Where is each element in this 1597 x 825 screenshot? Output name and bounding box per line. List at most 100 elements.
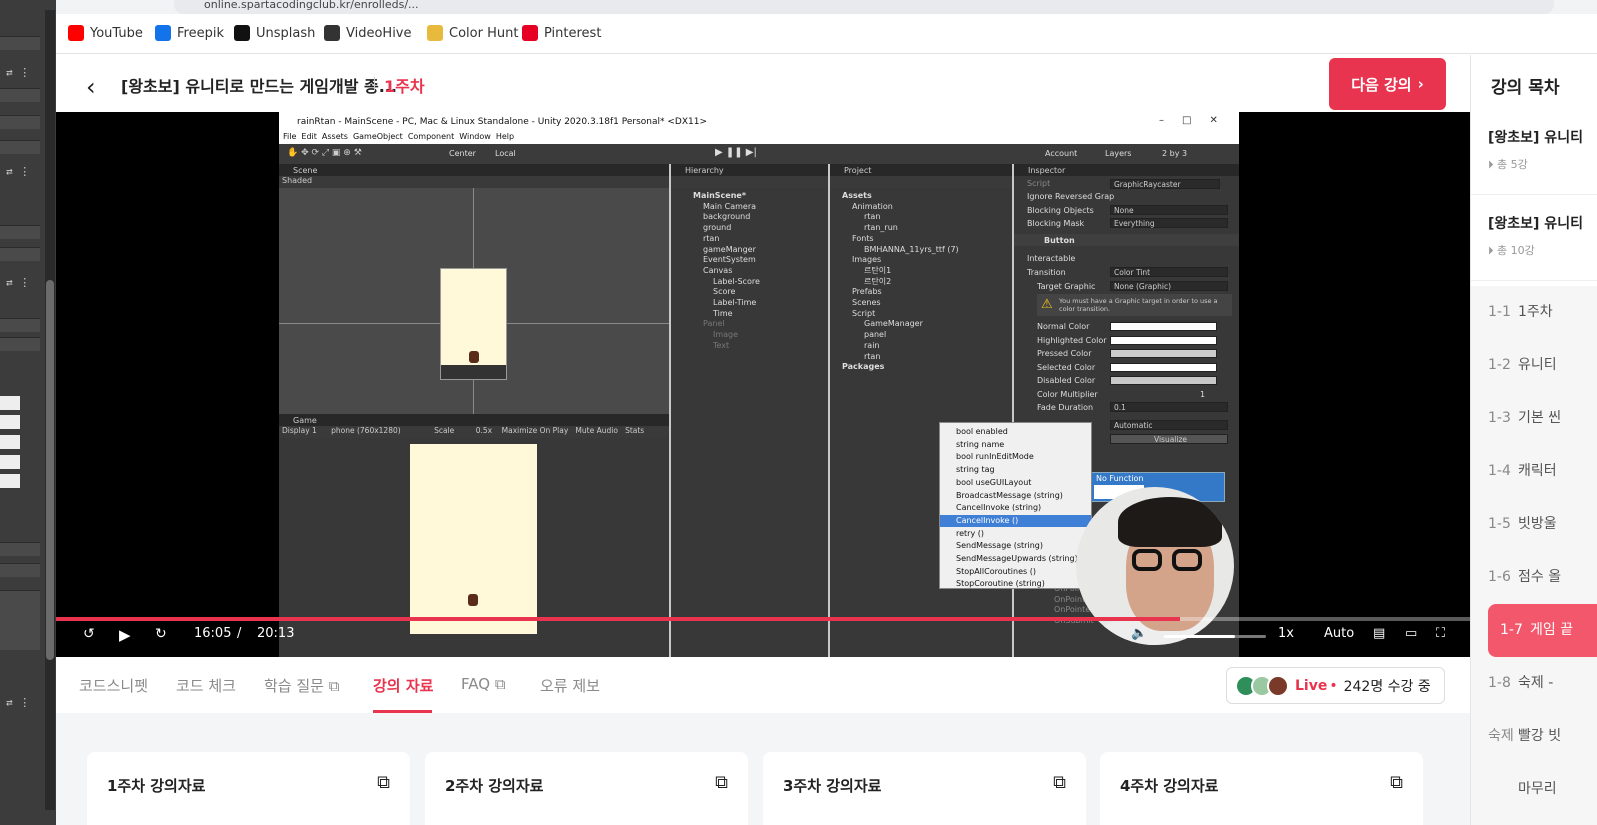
project-item[interactable]: Prefabs	[842, 287, 1012, 298]
project-item[interactable]: Script	[842, 309, 1012, 320]
unity-menu-item[interactable]: File	[283, 132, 296, 141]
sidebar-lecture-item[interactable]: 1-8 숙제 -	[1488, 657, 1597, 710]
bookmark-item[interactable]: YouTube	[68, 25, 143, 41]
hierarchy-item[interactable]: Label-Score	[693, 277, 828, 288]
address-bar[interactable]: online.spartacodingclub.kr/enrolleds/...	[174, 0, 1554, 14]
dropdown-option[interactable]: CancelInvoke (string)	[940, 502, 1091, 514]
material-card[interactable]: 1주차 강의자료 ⧉	[87, 752, 410, 825]
tab-4[interactable]: FAQ ⧉	[461, 675, 506, 693]
bookmark-item[interactable]: VideoHive	[324, 25, 412, 41]
sidebar-lecture-item[interactable]: 1-1 1주차	[1488, 286, 1597, 339]
dropdown-option[interactable]: CancelInvoke ()	[940, 514, 1091, 527]
project-item[interactable]: rtan	[842, 352, 1012, 363]
hierarchy-tree[interactable]: MainScene* Main Camera background ground rta…	[671, 188, 828, 352]
course-section[interactable]: [왕초보] 유니티 ⏵ 총 10강	[1471, 197, 1597, 281]
unity-menu-item[interactable]: Assets	[322, 132, 348, 141]
dropdown-option[interactable]: bool useGUILayout	[940, 477, 1091, 489]
project-item[interactable]: Packages	[842, 362, 1012, 373]
hierarchy-item[interactable]: gameManger	[693, 245, 828, 256]
tab-0[interactable]: 코드스니펫	[79, 675, 148, 696]
unity-menu-item[interactable]: Help	[496, 132, 514, 141]
project-item[interactable]: Animation	[842, 202, 1012, 213]
project-item[interactable]: panel	[842, 330, 1012, 341]
sidebar-lecture-item[interactable]: 마무리	[1488, 763, 1597, 816]
captions-icon[interactable]: ▤	[1373, 626, 1385, 641]
background-scrollbar[interactable]	[45, 10, 55, 810]
course-section[interactable]: [왕초보] 유니티 ⏵ 총 5강	[1471, 111, 1597, 195]
external-link-icon[interactable]: ⧉	[1053, 772, 1066, 793]
hierarchy-item[interactable]: Time	[693, 309, 828, 320]
hierarchy-item[interactable]: Main Camera	[693, 202, 828, 213]
dropdown-option[interactable]: SendMessageUpwards (string)	[940, 553, 1091, 565]
project-item[interactable]: rain	[842, 341, 1012, 352]
hierarchy-item[interactable]: MainScene*	[693, 191, 828, 202]
tab-1[interactable]: 코드 체크	[176, 675, 236, 696]
sidebar-lecture-item[interactable]: 숙제 빨강 빗	[1488, 710, 1597, 763]
play-icon[interactable]: ▶	[119, 626, 131, 644]
back-arrow-icon[interactable]: ‹	[86, 73, 96, 101]
dropdown-option[interactable]: string name	[940, 439, 1091, 451]
dropdown-option[interactable]: StopCoroutine (string)	[940, 578, 1091, 590]
material-card[interactable]: 3주차 강의자료 ⧉	[763, 752, 1086, 825]
sidebar-lecture-item[interactable]: 1-7 게임 끝	[1488, 604, 1597, 657]
project-item[interactable]: 르탄이2	[842, 277, 1012, 288]
dropdown-option[interactable]: bool runInEditMode	[940, 451, 1091, 463]
dropdown-option[interactable]: SendMessage (string)	[940, 540, 1091, 552]
bookmark-item[interactable]: Pinterest	[522, 25, 601, 41]
dropdown-option[interactable]: string tag	[940, 464, 1091, 476]
theater-mode-icon[interactable]: ▭	[1405, 626, 1417, 641]
tab-2[interactable]: 학습 질문 ⧉	[264, 675, 339, 696]
hierarchy-item[interactable]: Label-Time	[693, 298, 828, 309]
hierarchy-item[interactable]: EventSystem	[693, 255, 828, 266]
fullscreen-icon[interactable]: ⛶	[1436, 626, 1445, 641]
bookmark-item[interactable]: Freepik	[155, 25, 224, 41]
dropdown-option[interactable]: bool enabled	[940, 426, 1091, 438]
hierarchy-item[interactable]: Text	[693, 341, 828, 352]
dropdown-option[interactable]: retry ()	[940, 528, 1091, 540]
dropdown-option[interactable]: BroadcastMessage (string)	[940, 490, 1091, 502]
material-card[interactable]: 2주차 강의자료 ⧉	[425, 752, 748, 825]
hierarchy-item[interactable]: Image	[693, 330, 828, 341]
unity-menu-item[interactable]: Component	[408, 132, 454, 141]
volume-icon[interactable]: 🔈	[1131, 626, 1147, 641]
project-item[interactable]: Fonts	[842, 234, 1012, 245]
unity-menu-item[interactable]: Edit	[301, 132, 317, 141]
project-item[interactable]: Assets	[842, 191, 1012, 202]
unity-menu-item[interactable]: GameObject	[353, 132, 403, 141]
video-progress-bar[interactable]	[56, 617, 1470, 621]
tab-3[interactable]: 강의 자료	[373, 675, 433, 696]
project-item[interactable]: BMHANNA_11yrs_ttf (7)	[842, 245, 1012, 256]
rewind-10-icon[interactable]: ↺	[83, 626, 95, 642]
project-item[interactable]: rtan_run	[842, 223, 1012, 234]
volume-slider[interactable]	[1163, 635, 1266, 638]
project-item[interactable]: 르탄이1	[842, 266, 1012, 277]
hierarchy-item[interactable]: Score	[693, 287, 828, 298]
external-link-icon[interactable]: ⧉	[715, 772, 728, 793]
sidebar-lecture-item[interactable]: 1-2 유니티	[1488, 339, 1597, 392]
bookmark-item[interactable]: Unsplash	[234, 25, 315, 41]
hierarchy-item[interactable]: Canvas	[693, 266, 828, 277]
external-link-icon[interactable]: ⧉	[377, 772, 390, 793]
project-item[interactable]: Scenes	[842, 298, 1012, 309]
unity-menu-item[interactable]: Window	[459, 132, 491, 141]
dropdown-option[interactable]: StopAllCoroutines ()	[940, 566, 1091, 578]
material-card[interactable]: 4주차 강의자료 ⧉	[1100, 752, 1423, 825]
sidebar-lecture-item[interactable]: 1-3 기본 씬	[1488, 392, 1597, 445]
video-player[interactable]: rainRtan - MainScene - PC, Mac & Linux S…	[56, 112, 1470, 657]
project-item[interactable]: rtan	[842, 212, 1012, 223]
project-item[interactable]: Images	[842, 255, 1012, 266]
speed-button[interactable]: 1x	[1278, 626, 1294, 641]
hierarchy-item[interactable]: rtan	[693, 234, 828, 245]
hierarchy-item[interactable]: Panel	[693, 319, 828, 330]
forward-10-icon[interactable]: ↻	[155, 626, 167, 642]
next-lecture-button[interactable]: 다음 강의 ›	[1329, 58, 1446, 110]
sidebar-lecture-item[interactable]: 1-6 점수 올	[1488, 551, 1597, 604]
project-tree[interactable]: Assets Animation rtan rtan_run Fonts BMHANNA_…	[830, 188, 1012, 373]
function-dropdown-menu[interactable]: bool enabled string name bool runInEditMod…	[939, 422, 1092, 589]
external-link-icon[interactable]: ⧉	[1390, 772, 1403, 793]
quality-button[interactable]: Auto	[1324, 626, 1354, 641]
hierarchy-item[interactable]: background	[693, 212, 828, 223]
sidebar-lecture-item[interactable]: 1-4 캐릭터	[1488, 445, 1597, 498]
project-item[interactable]: GameManager	[842, 319, 1012, 330]
tab-5[interactable]: 오류 제보	[540, 675, 600, 696]
